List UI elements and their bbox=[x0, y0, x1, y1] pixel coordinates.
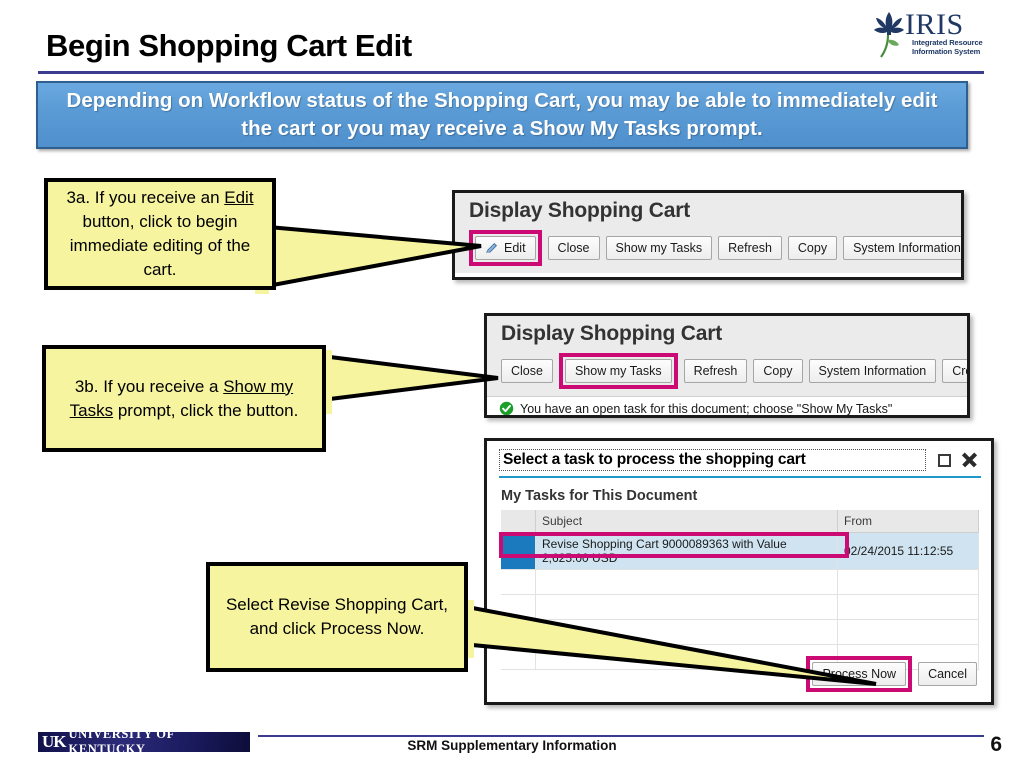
row-subject: Revise Shopping Cart 9000089363 with Val… bbox=[535, 532, 838, 570]
column-header-subject: Subject bbox=[535, 510, 838, 533]
iris-subtitle-line1: Integrated Resource bbox=[912, 38, 983, 47]
refresh-button-2[interactable]: Refresh bbox=[683, 359, 748, 383]
refresh-button-label: Refresh bbox=[728, 241, 772, 255]
page-title: Begin Shopping Cart Edit bbox=[46, 28, 412, 63]
row-selector[interactable] bbox=[501, 569, 536, 595]
row-from: 02/24/2015 11:12:55 bbox=[837, 532, 979, 570]
copy-button-2[interactable]: Copy bbox=[753, 359, 803, 383]
callout-3a-part1: 3a. If you receive an bbox=[66, 188, 225, 207]
iris-subtitle: Integrated Resource Information System bbox=[912, 38, 983, 56]
show-my-tasks-button-label: Show my Tasks bbox=[615, 241, 703, 255]
system-information-button-2-label: System Information bbox=[818, 364, 927, 378]
column-header-from: From bbox=[837, 510, 979, 533]
page-number: 6 bbox=[990, 733, 1002, 756]
callout-3a: 3a. If you receive an Edit button, click… bbox=[44, 178, 276, 290]
open-task-message-text: You have an open task for this document;… bbox=[520, 401, 893, 416]
iris-logo: IRIS Integrated Resource Information Sys… bbox=[872, 6, 992, 64]
dialog-title-row: Select a task to process the shopping ca… bbox=[487, 441, 991, 471]
create-button-label: Create bbox=[952, 364, 967, 378]
callout-3b: 3b. If you receive a Show my Tasks promp… bbox=[42, 345, 326, 452]
pencil-icon bbox=[486, 243, 497, 253]
edit-button-label: Edit bbox=[504, 241, 526, 255]
row-selector[interactable] bbox=[501, 532, 536, 570]
callout-3b-tail bbox=[320, 350, 499, 414]
table-row[interactable]: Revise Shopping Cart 9000089363 with Val… bbox=[501, 532, 979, 570]
close-button-2[interactable]: Close bbox=[501, 359, 553, 383]
panel-tasks-toolbar: Close Show my Tasks Refresh Copy System … bbox=[487, 349, 967, 396]
panel-edit-title: Display Shopping Cart bbox=[469, 199, 690, 222]
system-information-button[interactable]: System Information bbox=[843, 236, 961, 260]
summary-banner-text: Depending on Workflow status of the Shop… bbox=[66, 89, 938, 140]
cancel-button[interactable]: Cancel bbox=[918, 662, 977, 686]
callout-process-text: Select Revise Shopping Cart, and click P… bbox=[225, 595, 449, 638]
panel-tasks-title: Display Shopping Cart bbox=[501, 322, 722, 345]
create-button[interactable]: Create bbox=[942, 359, 967, 383]
dialog-window-controls bbox=[926, 452, 981, 468]
summary-banner: Depending on Workflow status of the Shop… bbox=[36, 81, 968, 149]
callout-3b-text: 3b. If you receive a Show my Tasks promp… bbox=[56, 375, 312, 423]
callout-process-tail bbox=[460, 600, 877, 686]
row-subject bbox=[535, 569, 838, 595]
refresh-button[interactable]: Refresh bbox=[718, 236, 782, 260]
system-information-button-2[interactable]: System Information bbox=[808, 359, 937, 383]
panel-tasks-header: Display Shopping Cart bbox=[487, 316, 967, 349]
callout-process: Select Revise Shopping Cart, and click P… bbox=[206, 562, 468, 672]
callout-3b-part1: 3b. If you receive a bbox=[74, 376, 224, 396]
iris-subtitle-line2: Information System bbox=[912, 47, 981, 56]
footer-divider bbox=[258, 735, 984, 737]
copy-button-label: Copy bbox=[797, 241, 828, 255]
refresh-button-2-label: Refresh bbox=[693, 364, 738, 378]
cancel-button-label: Cancel bbox=[928, 667, 967, 681]
callout-3a-tail bbox=[255, 222, 482, 294]
column-header-select bbox=[501, 510, 536, 533]
close-icon[interactable] bbox=[961, 452, 977, 468]
close-button-label: Close bbox=[557, 241, 590, 255]
show-my-tasks-button-2[interactable]: Show my Tasks bbox=[564, 359, 672, 383]
iris-wordmark: IRIS bbox=[905, 8, 964, 41]
table-row[interactable] bbox=[501, 569, 979, 595]
close-button-2-label: Close bbox=[511, 364, 543, 378]
callout-3a-part2: button, click to begin immediate editing… bbox=[69, 212, 251, 279]
dialog-title: Select a task to process the shopping ca… bbox=[499, 449, 926, 471]
show-my-tasks-highlight: Show my Tasks bbox=[558, 353, 678, 389]
table-header-row: Subject From bbox=[501, 510, 979, 533]
open-task-message: You have an open task for this document;… bbox=[487, 396, 967, 416]
row-from bbox=[837, 569, 979, 595]
show-my-tasks-button-2-label: Show my Tasks bbox=[574, 364, 662, 378]
copy-button[interactable]: Copy bbox=[787, 236, 838, 260]
slide-canvas: Begin Shopping Cart Edit IRIS Integrated… bbox=[0, 0, 1024, 768]
maximize-icon[interactable] bbox=[938, 453, 951, 467]
footer-center-text: SRM Supplementary Information bbox=[407, 738, 617, 753]
display-shopping-cart-panel-edit: Display Shopping Cart Edit Close Show my… bbox=[452, 190, 964, 280]
show-my-tasks-button[interactable]: Show my Tasks bbox=[605, 236, 713, 260]
iris-flower-icon bbox=[874, 12, 904, 58]
copy-button-2-label: Copy bbox=[763, 364, 793, 378]
close-button[interactable]: Close bbox=[547, 236, 600, 260]
callout-3a-text: 3a. If you receive an Edit button, click… bbox=[58, 186, 262, 282]
display-shopping-cart-panel-tasks: Display Shopping Cart Close Show my Task… bbox=[484, 313, 970, 418]
callout-3a-emphasis: Edit bbox=[224, 188, 254, 207]
callout-3b-part2: prompt, click the button. bbox=[113, 400, 299, 420]
system-information-button-label: System Information bbox=[853, 241, 961, 255]
title-divider bbox=[38, 71, 984, 74]
panel-edit-header: Display Shopping Cart bbox=[455, 193, 961, 226]
dialog-subtitle: My Tasks for This Document bbox=[501, 488, 698, 504]
panel-edit-toolbar: Edit Close Show my Tasks Refresh Copy Sy… bbox=[455, 226, 961, 273]
